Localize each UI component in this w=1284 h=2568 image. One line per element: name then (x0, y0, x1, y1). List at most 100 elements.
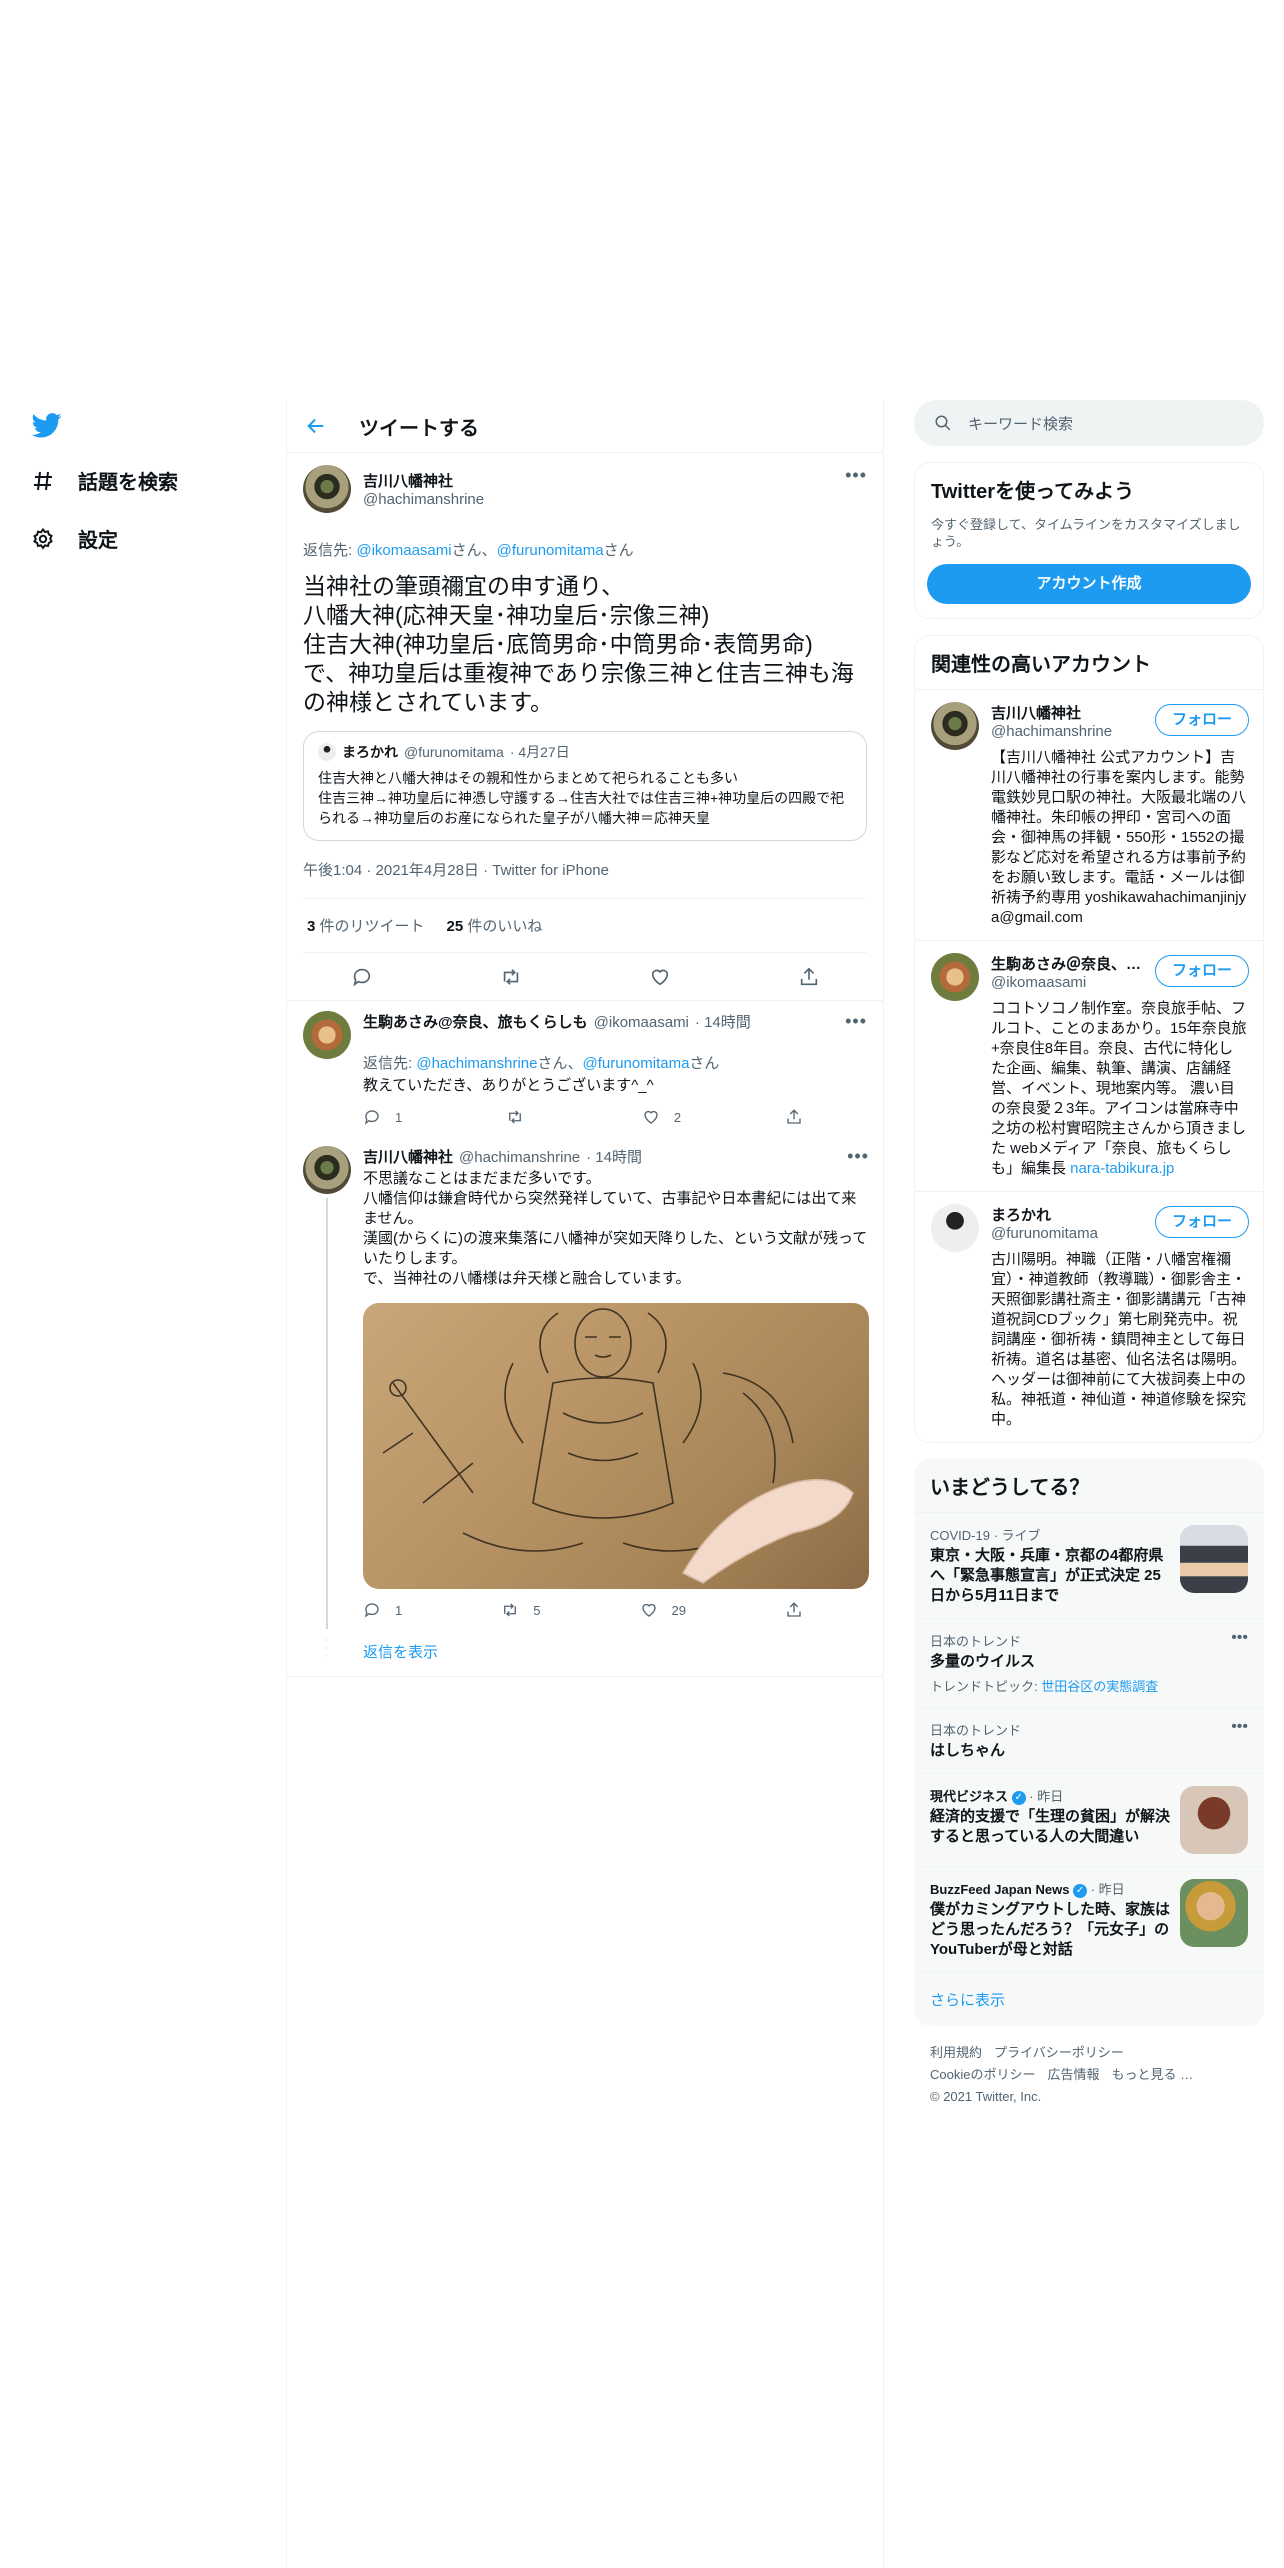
show-more-label[interactable]: さらに表示 (930, 1992, 1005, 2009)
show-replies-row: · · · 返信を表示 (287, 1629, 883, 1677)
account-name[interactable]: まろかれ (991, 1204, 1141, 1225)
account-item[interactable]: 吉川八幡神社 @hachimanshrine 【吉川八幡神社 公式アカウント】吉… (915, 689, 1263, 940)
account-name[interactable]: 生駒あさみ＠奈良、… (991, 953, 1141, 974)
reply-author-handle[interactable]: @ikomaasami (594, 1014, 689, 1031)
like-stat[interactable]: 25 件のいいね (447, 915, 543, 936)
share-button[interactable] (785, 1108, 803, 1126)
trend-item[interactable]: COVID-19 · ライブ 東京・大阪・兵庫・京都の4都府県へ「緊急事態宣言」… (914, 1512, 1264, 1618)
mention-link[interactable]: @furunomitama (497, 542, 604, 559)
main-tweet: 吉川八幡神社 @hachimanshrine ••• 返信先: @ikomaas… (287, 453, 883, 953)
trend-subtopic-link[interactable]: 世田谷区の実態調査 (1041, 1679, 1158, 1694)
share-icon (787, 1109, 801, 1124)
more-options-icon[interactable]: ••• (1231, 1629, 1248, 1647)
account-bio: 古川陽明。神職（正階・八幡宮権禰宜）・神道教師（教導職）・御影舎主・天照御影講社… (991, 1251, 1247, 1428)
trend-item[interactable]: 現代ビジネス ✓ · 昨日 経済的支援で「生理の貧困」が解決すると思っている人の… (914, 1773, 1264, 1866)
quoted-tweet[interactable]: まろかれ @furunomitama · 4月27日 住吉大神と八幡大神はその親… (303, 731, 867, 841)
footer-cookie-link[interactable]: Cookieのポリシー (930, 2067, 1035, 2082)
author-handle[interactable]: @hachimanshrine (363, 491, 484, 508)
footer-more-link[interactable]: もっと見る … (1111, 2067, 1193, 2082)
create-account-button[interactable]: アカウント作成 (927, 564, 1251, 604)
nav-settings[interactable]: 設定 (30, 524, 118, 553)
account-item[interactable]: まろかれ @furunomitama 古川陽明。神職（正階・八幡宮権禰宜）・神道… (915, 1191, 1263, 1442)
back-arrow-icon[interactable] (305, 415, 327, 437)
reply-tweet[interactable]: 吉川八幡神社 @hachimanshrine · 14時間 ••• 不思議なこと… (287, 1136, 883, 1629)
reply-author-name[interactable]: 吉川八幡神社 (363, 1146, 453, 1167)
trend-item[interactable]: BuzzFeed Japan News ✓ · 昨日 僕がカミングアウトした時、… (914, 1866, 1264, 1972)
follow-button[interactable]: フォロー (1154, 955, 1249, 987)
footer-terms-link[interactable]: 利用規約 (930, 2045, 982, 2060)
retweet-button[interactable] (506, 1108, 538, 1126)
follow-button[interactable]: フォロー (1154, 704, 1249, 736)
nav-explore[interactable]: 話題を検索 (30, 466, 178, 495)
share-button[interactable] (785, 1601, 803, 1619)
avatar[interactable] (303, 465, 351, 513)
trend-category: 日本のトレンド (930, 1634, 1022, 1649)
source-name: BuzzFeed Japan News (930, 1882, 1070, 1897)
retweet-icon[interactable] (500, 966, 522, 988)
avatar[interactable] (931, 702, 979, 750)
footer: 利用規約 プライバシーポリシー Cookieのポリシー 広告情報 もっと見る … © … (914, 2026, 1264, 2124)
reply-author-name[interactable]: 生駒あさみ@奈良、旅もくらしも (363, 1011, 588, 1032)
retweet-label: 件のリツイート (315, 918, 425, 935)
account-item[interactable]: 生駒あさみ＠奈良、… @ikomaasami ココトソコノ制作室。奈良旅手帖、フ… (915, 940, 1263, 1191)
gear-icon (30, 526, 56, 552)
trend-item[interactable]: 日本のトレンド はしちゃん ••• (914, 1707, 1264, 1773)
reply-prefix: 返信先: (303, 542, 357, 559)
more-options-icon[interactable]: ••• (845, 465, 867, 486)
reply-time[interactable]: · 14時間 (695, 1011, 751, 1032)
reply-author-handle[interactable]: @hachimanshrine (459, 1149, 580, 1166)
tweet-media-image[interactable] (363, 1303, 869, 1589)
tweet-timestamp[interactable]: 午後1:04 · 2021年4月28日 · Twitter for iPhone (303, 859, 867, 899)
avatar (318, 743, 336, 761)
trend-item[interactable]: 日本のトレンド 多量のウイルス トレンドトピック: 世田谷区の実態調査 ••• (914, 1618, 1264, 1707)
trend-title: 僕がカミングアウトした時、家族はどう思ったんだろう？「元女子」のYouTuber… (930, 1901, 1171, 1958)
retweet-stat[interactable]: 3 件のリツイート (307, 915, 425, 936)
reply-count: 1 (395, 1109, 403, 1125)
tweet-author: 吉川八幡神社 @hachimanshrine ••• (303, 465, 867, 513)
like-count: 25 (446, 918, 464, 935)
thread-line (326, 1198, 328, 1629)
reply-time[interactable]: · 14時間 (586, 1146, 642, 1167)
mention-link[interactable]: @ikomaasami (356, 542, 451, 559)
avatar[interactable] (303, 1011, 351, 1059)
quote-author-handle: @furunomitama (404, 744, 504, 760)
right-sidebar: キーワード検索 Twitterを使ってみよう 今すぐ登録して、タイムラインをカス… (914, 400, 1264, 2124)
share-icon[interactable] (798, 966, 820, 988)
reply-to: 返信先: @hachimanshrineさん、@furunomitamaさん (363, 1034, 867, 1074)
show-more-link[interactable]: さらに表示 (914, 1972, 1264, 2026)
footer-privacy-link[interactable]: プライバシーポリシー (994, 2045, 1124, 2060)
trend-title: 経済的支援で「生理の貧困」が解決すると思っている人の大間違い (930, 1808, 1171, 1845)
author-name[interactable]: 吉川八幡神社 (363, 470, 484, 491)
show-replies-link[interactable]: 返信を表示 (363, 1644, 438, 1661)
like-button[interactable]: 29 (640, 1601, 686, 1619)
trend-time: · 昨日 (1087, 1882, 1125, 1897)
mention-link[interactable]: @furunomitama (582, 1055, 689, 1072)
account-bio: 【吉川八幡神社 公式アカウント】吉川八幡神社の行事を案内します。能勢電鉄妙見口駅… (991, 749, 1247, 926)
avatar[interactable] (303, 1146, 351, 1194)
like-icon[interactable] (649, 966, 671, 988)
retweet-button[interactable]: 5 (501, 1601, 540, 1619)
search-input[interactable]: キーワード検索 (968, 413, 1073, 434)
search-box[interactable]: キーワード検索 (914, 400, 1264, 446)
account-name[interactable]: 吉川八幡神社 (991, 702, 1141, 723)
mention-link[interactable]: @hachimanshrine (416, 1055, 537, 1072)
reply-button[interactable]: 1 (363, 1108, 402, 1126)
reply-san: さん、 (537, 1055, 583, 1072)
footer-ads-link[interactable]: 広告情報 (1047, 2067, 1099, 2082)
more-options-icon[interactable]: ••• (1231, 1718, 1248, 1736)
quote-date: · 4月27日 (509, 744, 570, 760)
tweet-text: 当神社の筆頭禰宜の申す通り、 八幡大神(応神天皇･神功皇后･宗像三神) 住吉大神… (303, 573, 854, 715)
reply-tweet[interactable]: 生駒あさみ@奈良、旅もくらしも @ikomaasami · 14時間 ••• 返… (287, 1001, 883, 1136)
account-bio: ココトソコノ制作室。奈良旅手帖、フルコト、ことのまあかり。15年奈良旅+奈良住8… (991, 999, 1247, 1179)
avatar[interactable] (931, 953, 979, 1001)
signup-description: 今すぐ登録して、タイムラインをカスタマイズしましょう。 (931, 517, 1241, 549)
reply-icon[interactable] (351, 966, 373, 988)
follow-button[interactable]: フォロー (1154, 1206, 1249, 1238)
like-button[interactable]: 2 (642, 1108, 681, 1126)
more-options-icon[interactable]: ••• (847, 1146, 869, 1167)
avatar[interactable] (931, 1204, 979, 1252)
twitter-logo-icon[interactable] (30, 410, 64, 440)
reply-button[interactable]: 1 (363, 1601, 402, 1619)
more-options-icon[interactable]: ••• (845, 1011, 867, 1032)
bio-link[interactable]: nara-tabikura.jp (1070, 1160, 1174, 1177)
